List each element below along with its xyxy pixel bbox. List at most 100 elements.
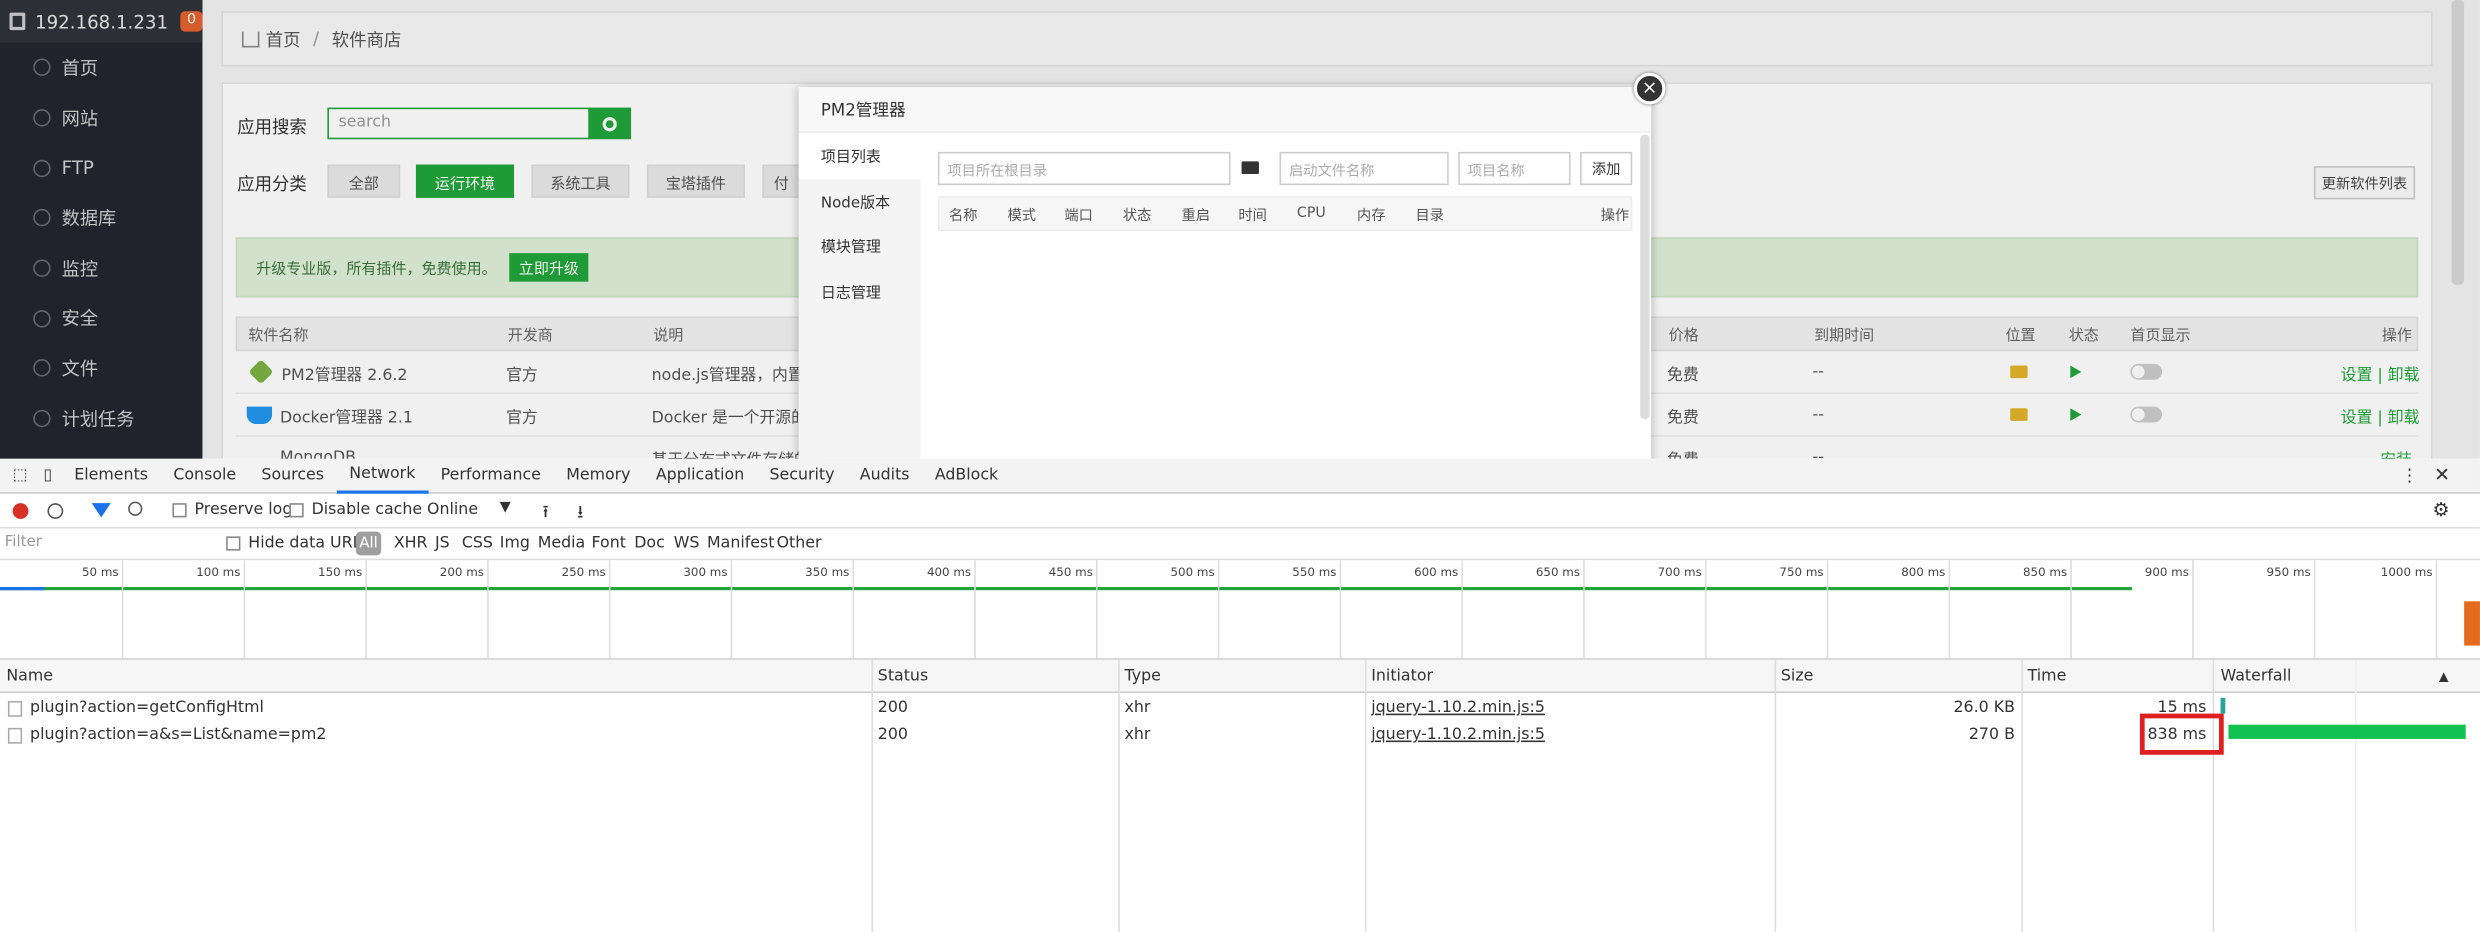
tab-application[interactable]: Application bbox=[643, 458, 757, 493]
tab-sources[interactable]: Sources bbox=[249, 458, 337, 493]
record-icon[interactable] bbox=[12, 503, 29, 519]
type-filter-doc[interactable]: Doc bbox=[634, 535, 665, 552]
timeline-tick-label: 850 ms bbox=[2022, 564, 2068, 580]
document-icon bbox=[7, 700, 23, 716]
close-devtools-icon[interactable]: ✕ bbox=[2434, 464, 2450, 486]
col-type[interactable]: Type bbox=[1118, 660, 1161, 693]
timeline-tick bbox=[487, 560, 489, 659]
type-filter-img[interactable]: Img bbox=[500, 535, 530, 552]
pm2-modal: PM2管理器 项目列表 Node版本 模块管理 日志管理 项目所在根目录 启动文… bbox=[798, 87, 1652, 459]
requests-table-header: Name Status Type Initiator Size Time Wat… bbox=[0, 659, 2480, 694]
timeline-tick-label: 600 ms bbox=[1414, 564, 1459, 580]
project-table-header: 名称 模式 端口 状态 重启 时间 CPU 内存 目录 操作 bbox=[937, 196, 1633, 232]
timeline-tick bbox=[121, 560, 124, 659]
chevron-down-icon[interactable]: ▼ bbox=[500, 500, 511, 516]
timeline-tick-label: 800 ms bbox=[1901, 564, 1946, 580]
timeline-tick-label: 650 ms bbox=[1535, 564, 1581, 580]
export-har-icon[interactable]: ⭳ bbox=[577, 498, 583, 528]
timeline-tick-label: 900 ms bbox=[2144, 564, 2189, 580]
tab-elements[interactable]: Elements bbox=[62, 458, 161, 493]
folder-open-icon[interactable] bbox=[1241, 161, 1259, 175]
type-filter-all[interactable]: All bbox=[355, 531, 382, 556]
add-button[interactable]: 添加 bbox=[1580, 151, 1633, 186]
close-icon[interactable]: × bbox=[1633, 72, 1666, 105]
type-filter-media[interactable]: Media bbox=[538, 535, 586, 552]
tab-console[interactable]: Console bbox=[161, 458, 249, 493]
overview-bar bbox=[0, 587, 45, 590]
project-name-input[interactable]: 项目名称 bbox=[1458, 151, 1571, 186]
clear-icon[interactable] bbox=[47, 503, 64, 519]
modal-tab-logs[interactable]: 日志管理 bbox=[799, 268, 921, 313]
request-size: 26.0 KB bbox=[1953, 699, 2015, 717]
type-filter-other[interactable]: Other bbox=[777, 535, 822, 552]
type-filter-xhr[interactable]: XHR bbox=[394, 535, 428, 552]
preserve-log-checkbox[interactable] bbox=[172, 503, 187, 518]
table-row[interactable]: plugin?action=getConfigHtml 200 xhr jque… bbox=[0, 695, 2480, 722]
type-filter-font[interactable]: Font bbox=[592, 535, 626, 552]
modal-title: PM2管理器 bbox=[798, 87, 1652, 133]
col-initiator[interactable]: Initiator bbox=[1365, 660, 1433, 693]
modal-tab-modules[interactable]: 模块管理 bbox=[799, 223, 921, 268]
more-options-icon[interactable]: ⋮ bbox=[2401, 465, 2418, 486]
network-overview[interactable]: 50 ms 100 ms 150 ms 200 ms 250 ms 300 ms 350 m… bbox=[0, 560, 2480, 660]
request-initiator-link[interactable]: jquery-1.10.2.min.js:5 bbox=[1365, 722, 1545, 749]
settings-gear-icon[interactable]: ⚙ bbox=[2433, 498, 2450, 520]
col-status[interactable]: Status bbox=[871, 660, 928, 693]
type-filter-ws[interactable]: WS bbox=[674, 535, 700, 552]
request-name: plugin?action=getConfigHtml bbox=[30, 699, 264, 717]
timeline-tick-label: 100 ms bbox=[196, 564, 241, 580]
table-row[interactable]: plugin?action=a&s=List&name=pm2 200 xhr … bbox=[0, 722, 2480, 749]
tab-adblock[interactable]: AdBlock bbox=[922, 458, 1011, 493]
modal-scrollbar[interactable] bbox=[1640, 134, 1650, 420]
type-filter-css[interactable]: CSS bbox=[462, 535, 493, 552]
waterfall-bar bbox=[2228, 724, 2466, 739]
device-toggle-icon[interactable]: ▯ bbox=[34, 458, 62, 493]
import-har-icon[interactable]: ⭱ bbox=[542, 498, 548, 528]
filter-input[interactable]: Filter bbox=[4, 533, 211, 556]
timeline-tick-label: 500 ms bbox=[1170, 564, 1215, 580]
timeline-tick-label: 350 ms bbox=[805, 564, 850, 580]
type-filter-js[interactable]: JS bbox=[435, 535, 450, 552]
timeline-tick bbox=[1461, 560, 1463, 659]
inspect-icon[interactable]: ⬚ bbox=[0, 458, 34, 493]
timeline-tick-label: 750 ms bbox=[1779, 564, 1824, 580]
request-initiator-link[interactable]: jquery-1.10.2.min.js:5 bbox=[1365, 695, 1545, 722]
timeline-tick bbox=[1096, 560, 1098, 659]
tab-audits[interactable]: Audits bbox=[847, 458, 922, 493]
col-name[interactable]: Name bbox=[0, 660, 53, 693]
timeline-tick-label: 700 ms bbox=[1657, 564, 1702, 580]
filter-icon[interactable] bbox=[91, 503, 111, 518]
timeline-tick bbox=[365, 560, 367, 659]
modal-sidebar: 项目列表 Node版本 模块管理 日志管理 bbox=[798, 132, 921, 459]
timeline-tick-label: 250 ms bbox=[561, 564, 606, 580]
sort-asc-icon[interactable]: ▲ bbox=[2433, 660, 2449, 693]
timeline-tick-label: 300 ms bbox=[683, 564, 728, 580]
tab-security[interactable]: Security bbox=[757, 458, 847, 493]
timeline-tick bbox=[2192, 560, 2194, 659]
search-icon[interactable] bbox=[128, 501, 143, 516]
tab-network[interactable]: Network bbox=[336, 458, 429, 493]
hide-data-urls-checkbox[interactable] bbox=[226, 536, 241, 551]
disable-cache-checkbox[interactable] bbox=[289, 503, 304, 518]
project-dir-input[interactable]: 项目所在根目录 bbox=[937, 151, 1231, 186]
type-filter-manifest[interactable]: Manifest bbox=[707, 535, 775, 552]
waterfall-bar bbox=[2220, 697, 2226, 714]
devtools-tab-bar: ⬚ ▯ Elements Console Sources Network Per… bbox=[0, 458, 2480, 494]
modal-tab-node-version[interactable]: Node版本 bbox=[799, 178, 921, 223]
timeline-tick bbox=[974, 560, 976, 659]
timeline-tick bbox=[608, 560, 611, 659]
start-file-input[interactable]: 启动文件名称 bbox=[1279, 151, 1449, 186]
col-waterfall[interactable]: Waterfall bbox=[2214, 660, 2292, 693]
timeline-tick bbox=[2313, 560, 2316, 659]
modal-tab-projects[interactable]: 项目列表 bbox=[798, 132, 921, 179]
col-time[interactable]: Time bbox=[2021, 660, 2067, 693]
request-size: 270 B bbox=[1968, 726, 2015, 744]
tab-performance[interactable]: Performance bbox=[428, 458, 554, 493]
col-size[interactable]: Size bbox=[1775, 660, 1813, 693]
tab-memory[interactable]: Memory bbox=[554, 458, 644, 493]
preserve-log-label: Preserve log bbox=[194, 501, 293, 519]
throttle-select[interactable]: Online bbox=[427, 502, 478, 519]
timeline-tick bbox=[243, 560, 246, 659]
timeline-tick-label: 200 ms bbox=[439, 564, 484, 580]
timeline-tick-label: 950 ms bbox=[2266, 564, 2311, 580]
